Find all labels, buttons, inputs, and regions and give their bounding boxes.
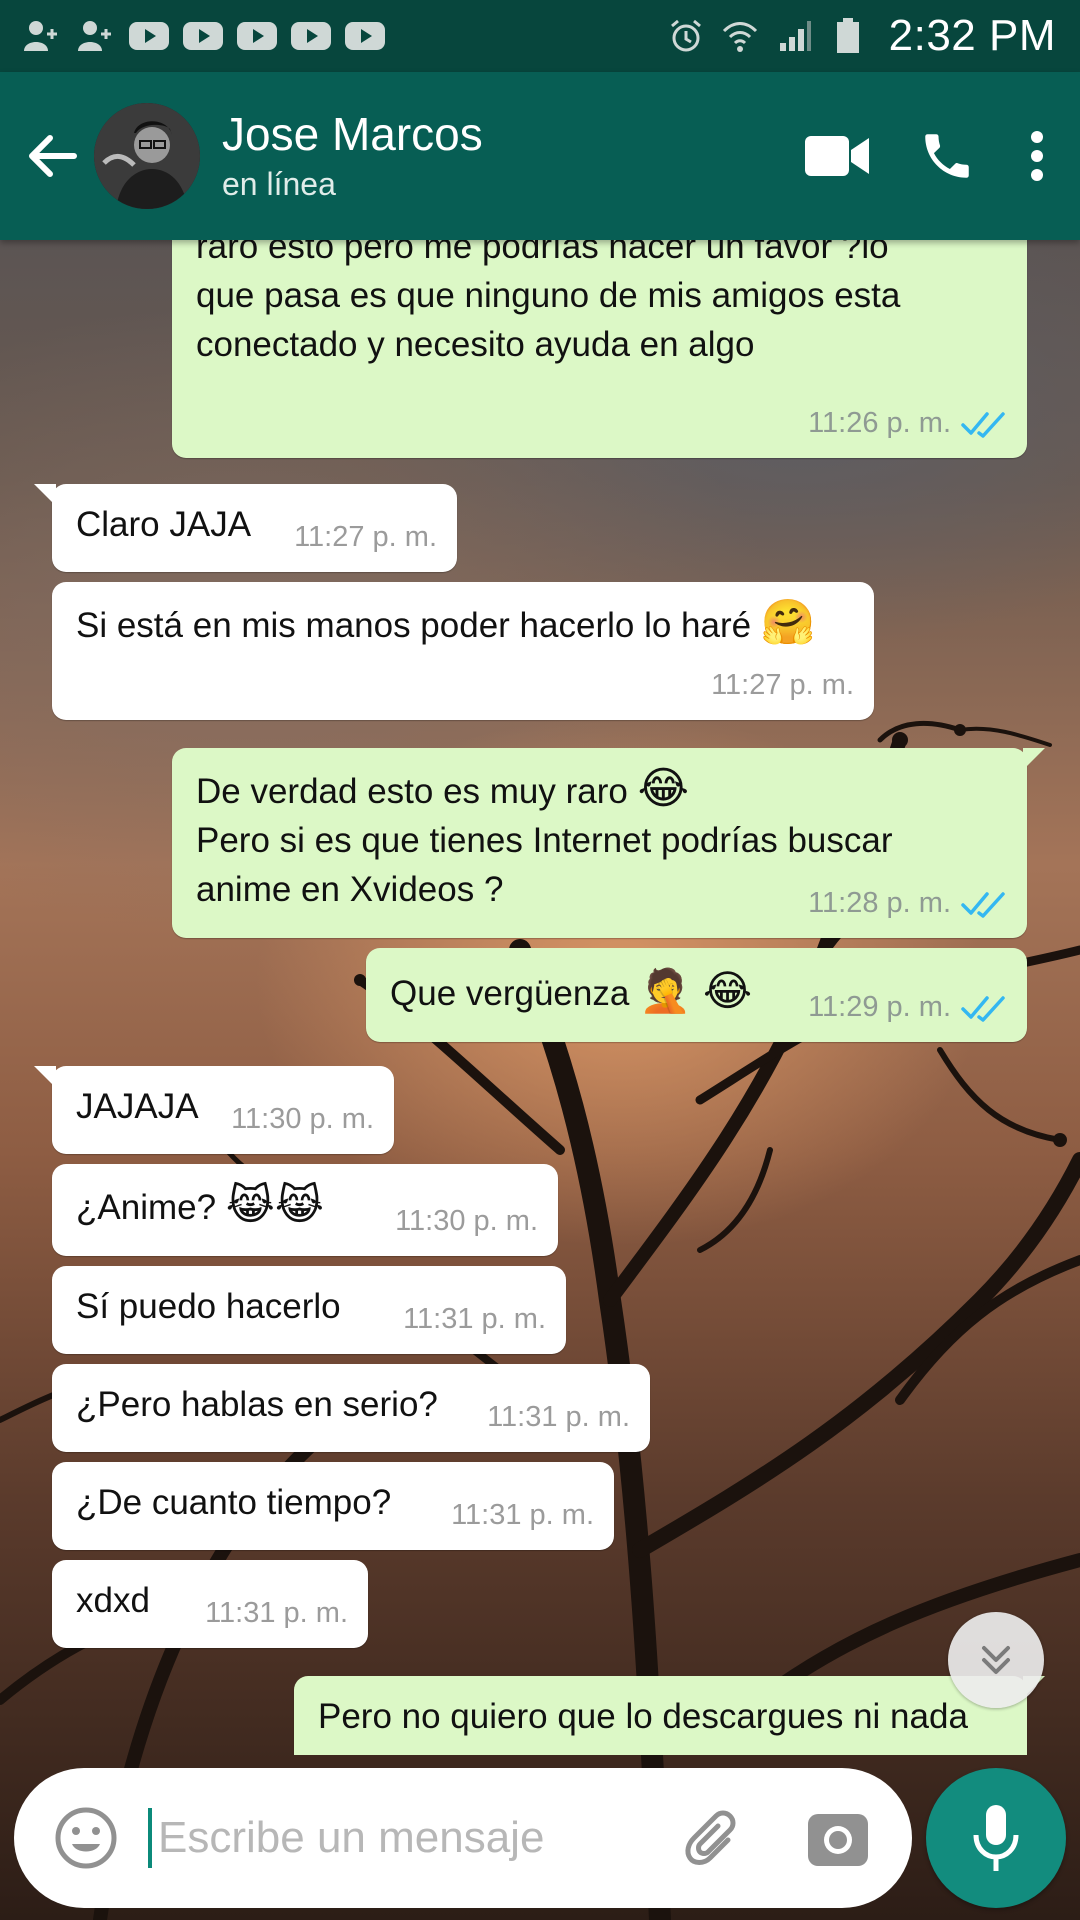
message-time: 11:31 p. m. [451, 1499, 594, 1531]
read-receipt-icon [961, 890, 1007, 918]
attach-button[interactable] [668, 1798, 748, 1878]
incoming-message[interactable]: Sí puedo hacerlo 11:31 p. m. [52, 1266, 566, 1354]
message-meta: 11:29 p. m. [808, 983, 1007, 1032]
incoming-message[interactable]: xdxd 11:31 p. m. [52, 1560, 368, 1648]
message-meta: 11:30 p. m. [231, 1095, 374, 1144]
message-time: 11:30 p. m. [231, 1103, 374, 1135]
message-list[interactable]: raro esto pero me podrías hacer un favor… [0, 240, 1080, 1755]
message-time: 11:31 p. m. [205, 1597, 348, 1629]
double-chevron-down-icon [982, 1646, 1010, 1674]
avatar-photo [94, 103, 200, 209]
back-arrow-icon [29, 135, 77, 177]
message-time: 11:30 p. m. [395, 1205, 538, 1237]
status-bar: 2:32 PM [0, 0, 1080, 72]
more-vert-icon [1031, 131, 1043, 181]
outgoing-message[interactable]: Pero no quiero que lo descargues ni nada [294, 1676, 1045, 1755]
incoming-message[interactable]: ¿Anime? 😹😹 11:30 p. m. [52, 1164, 558, 1256]
battery-icon [827, 18, 869, 53]
message-meta: 11:28 p. m. [808, 879, 1007, 928]
message-content: Si está en mis manos poder hacerlo lo ha… [76, 596, 850, 650]
youtube-icon [128, 19, 170, 53]
message-meta: 11:31 p. m. [403, 1295, 546, 1344]
scroll-to-bottom-button[interactable] [948, 1612, 1044, 1708]
hugging-face-emoji: 🤗 [760, 598, 816, 647]
voice-message-button[interactable] [926, 1768, 1066, 1908]
contact-info[interactable]: Jose Marcos en línea [222, 106, 782, 206]
smiley-icon [55, 1807, 117, 1869]
back-button[interactable] [12, 106, 92, 206]
phone-icon [925, 134, 969, 178]
notification-icons [20, 19, 386, 53]
message-text-line: De verdad esto es muy raro [196, 772, 628, 811]
message-meta: 11:31 p. m. [451, 1491, 594, 1540]
voice-call-button[interactable] [892, 101, 1002, 211]
message-text: Pero no quiero que lo descargues ni nada [318, 1697, 968, 1736]
youtube-icon [290, 19, 332, 53]
more-options-button[interactable] [1002, 101, 1072, 211]
signal-icon [773, 19, 815, 53]
camera-icon [808, 1814, 868, 1866]
message-text: raro esto pero me podrías hacer un favor… [196, 240, 901, 364]
read-receipt-icon [961, 994, 1007, 1022]
youtube-icon [182, 19, 224, 53]
outgoing-message[interactable]: De verdad esto es muy raro 😂 Pero si es … [172, 748, 1045, 938]
add-user-icon [74, 19, 116, 53]
message-meta: 11:31 p. m. [205, 1589, 348, 1638]
message-input[interactable] [148, 1808, 668, 1868]
contact-status: en línea [222, 166, 336, 202]
cat-laughing-emoji: 😹😹 [225, 1181, 324, 1228]
chat-header: Jose Marcos en línea [0, 72, 1080, 240]
message-time: 11:29 p. m. [808, 991, 951, 1023]
message-time: 11:31 p. m. [487, 1401, 630, 1433]
video-call-button[interactable] [782, 101, 892, 211]
message-meta: 11:27 p. m. [711, 661, 854, 710]
message-text: Si está en mis manos poder hacerlo lo ha… [76, 606, 752, 645]
video-camera-icon [805, 136, 869, 176]
outgoing-message[interactable]: raro esto pero me podrías hacer un favor… [172, 240, 1027, 458]
status-time: 2:32 PM [888, 11, 1056, 60]
incoming-message[interactable]: Claro JAJA 11:27 p. m. [34, 484, 457, 572]
incoming-message[interactable]: JAJAJA 11:30 p. m. [34, 1066, 394, 1154]
message-time: 11:31 p. m. [403, 1303, 546, 1335]
message-meta: 11:26 p. m. [808, 399, 1007, 448]
youtube-icon [236, 19, 278, 53]
outgoing-message[interactable]: Que vergüenza 🤦 😂 11:29 p. m. [366, 948, 1027, 1042]
message-meta: 11:31 p. m. [487, 1393, 630, 1442]
contact-name: Jose Marcos [222, 108, 483, 160]
youtube-icon [344, 19, 386, 53]
add-user-icon [20, 19, 62, 53]
alarm-icon [665, 19, 707, 53]
microphone-icon [973, 1805, 1019, 1871]
message-time: 11:27 p. m. [711, 669, 854, 701]
message-text: ¿Anime? [76, 1188, 217, 1227]
camera-button[interactable] [798, 1798, 878, 1878]
message-first-line: De verdad esto es muy raro 😂 [196, 762, 1003, 816]
message-meta: 11:30 p. m. [395, 1197, 538, 1246]
message-text: Que vergüenza [390, 974, 630, 1013]
system-icons: 2:32 PM [665, 11, 1056, 61]
message-time: 11:26 p. m. [808, 407, 951, 439]
laughing-emoji: 😂 [637, 764, 690, 813]
wifi-icon [719, 19, 761, 53]
contact-avatar[interactable] [94, 103, 200, 209]
facepalm-laughing-emoji: 🤦 😂 [639, 967, 753, 1014]
incoming-message[interactable]: Si está en mis manos poder hacerlo lo ha… [52, 582, 874, 720]
incoming-message[interactable]: ¿De cuanto tiempo? 11:31 p. m. [52, 1462, 614, 1550]
read-receipt-icon [961, 410, 1007, 438]
message-time: 11:27 p. m. [294, 521, 437, 553]
paperclip-icon [685, 1810, 736, 1865]
emoji-button[interactable] [44, 1796, 128, 1880]
incoming-message[interactable]: ¿Pero hablas en serio? 11:31 p. m. [52, 1364, 650, 1452]
message-meta: 11:27 p. m. [294, 513, 437, 562]
message-time: 11:28 p. m. [808, 887, 951, 919]
message-composer [14, 1768, 912, 1908]
